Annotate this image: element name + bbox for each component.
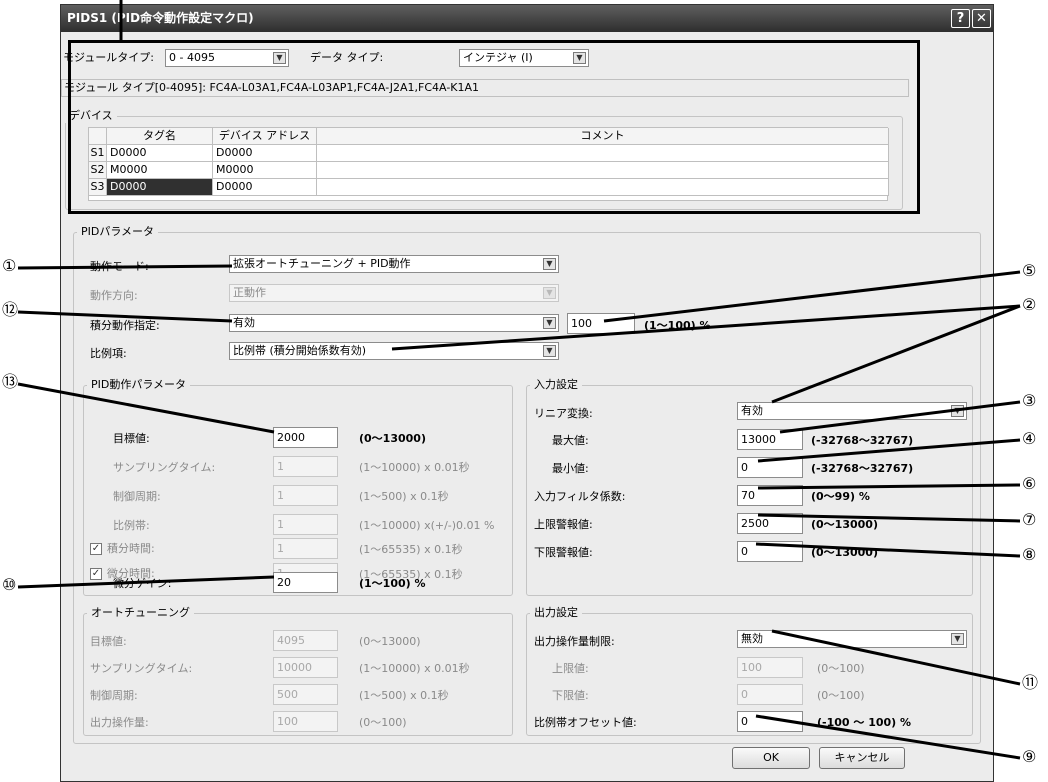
leader-line-4: [757, 438, 1021, 463]
leader-line-6: [757, 483, 1021, 490]
callout-leader-lines: [17, 0, 1021, 760]
leader-line-9: [755, 714, 1021, 760]
leader-line-8: [755, 542, 1021, 558]
leader-line-11: [771, 629, 1021, 686]
leader-line-13: [17, 382, 275, 434]
leader-line-3: [779, 400, 1021, 434]
leader-line-7: [757, 513, 1021, 523]
leader-line-10: [17, 575, 275, 589]
leader-line-5: [603, 270, 1021, 323]
leader-line-12: [17, 310, 233, 323]
leader-line-1: [17, 264, 233, 270]
